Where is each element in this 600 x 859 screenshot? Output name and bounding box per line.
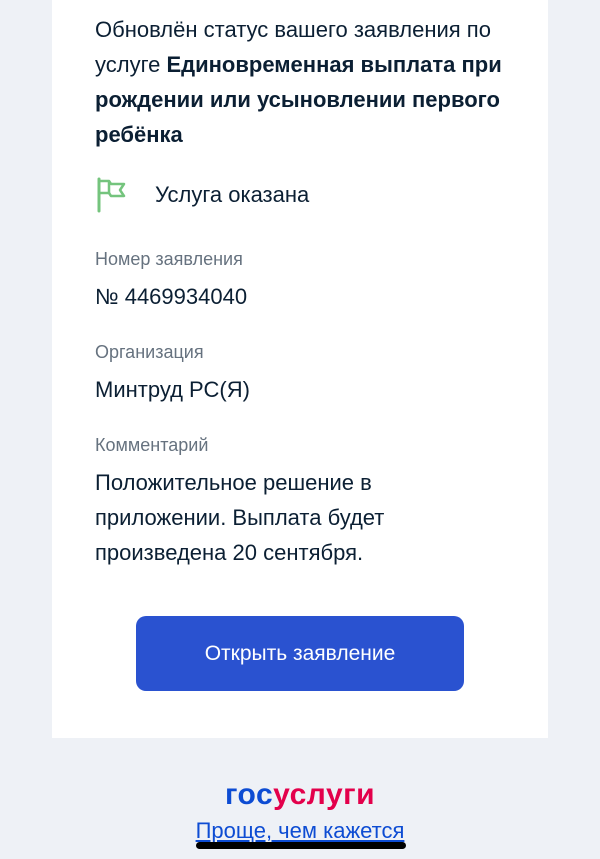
logo-part-gos: гос: [224, 778, 274, 811]
comment-value: Положительное решение в приложении. Выпл…: [95, 470, 385, 565]
comment-label: Комментарий: [95, 435, 209, 455]
home-indicator[interactable]: [196, 842, 406, 849]
slogan-link[interactable]: Проще, чем кажется: [0, 818, 600, 844]
organization-value: Минтруд РС(Я): [95, 377, 250, 402]
application-number-value: № 4469934040: [95, 284, 248, 309]
status-text: Услуга оказана: [155, 182, 310, 207]
flag-icon: [95, 177, 129, 213]
gosuslugi-logo[interactable]: госуслуги: [0, 778, 600, 812]
status-update-message: Обновлён статус вашего заявления по услу…: [95, 12, 515, 152]
status-row: Услуга оказана: [95, 177, 309, 213]
organization-label: Организация: [95, 342, 204, 362]
logo-part-uslugi: услуги: [273, 778, 376, 811]
open-application-button[interactable]: Открыть заявление: [136, 616, 464, 691]
notification-card: Обновлён статус вашего заявления по услу…: [52, 0, 548, 738]
application-number-label: Номер заявления: [95, 249, 243, 269]
